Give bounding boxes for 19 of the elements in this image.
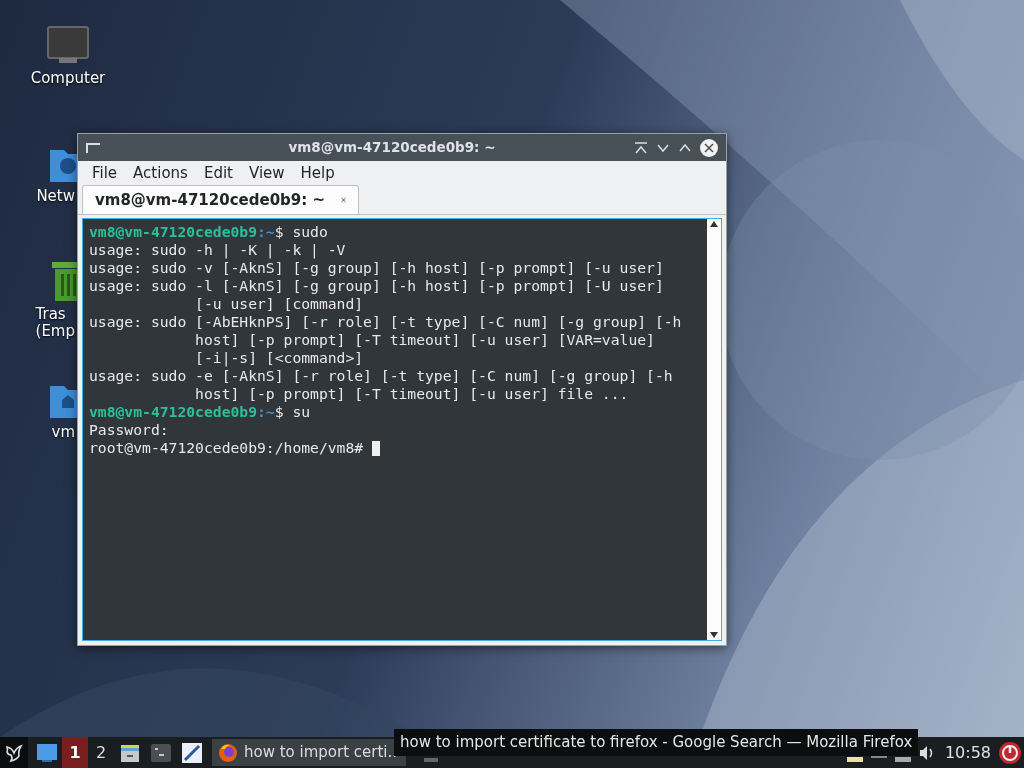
prompt-user-host: vm8@vm-47120cede0b9 (89, 403, 257, 421)
terminal-output-line: usage: sudo -h | -K | -k | -V (89, 241, 346, 259)
prompt-path: :~ (257, 403, 275, 421)
terminal-output-line: usage: sudo -v [-AknS] [-g group] [-h host] [-p prompt] [-u user] (89, 259, 664, 277)
prompt-user-host: vm8@vm-47120cede0b9 (89, 223, 257, 241)
terminal-output-line: usage: sudo -e [-AknS] [-r role] [-t type] [-C num] [-g group] [-h (89, 367, 673, 385)
prompt-command: $ sudo (274, 223, 328, 241)
terminal-output-line: Password: (89, 421, 169, 439)
tooltip: how to import certificate to firefox - Google Search — Mozilla Firefox (394, 729, 919, 756)
prompt-path: :~ (257, 223, 275, 241)
terminal-output-line: root@vm-47120cede0b9:/home/vm8# (89, 439, 365, 457)
terminal-output-line: [-u user] [command] (194, 295, 364, 313)
terminal-output-line: [-i|-s] [<command>] (194, 349, 364, 367)
terminal-output-line: usage: sudo -l [-AknS] [-g group] [-h host] [-p prompt] [-U user] (89, 277, 664, 295)
prompt-command: $ su (274, 403, 311, 421)
terminal-output-line: host] [-p prompt] [-T timeout] [-u user] file ... (194, 385, 629, 403)
terminal-output-line: usage: sudo [-AbEHknPS] [-r role] [-t type] [-C num] [-g group] [-h (89, 313, 682, 331)
terminal-output-line: host] [-p prompt] [-T timeout] [-u user] [VAR=value] (194, 331, 655, 349)
window-title: vm8@vm-47120cede0b9: ~ (287, 138, 497, 158)
